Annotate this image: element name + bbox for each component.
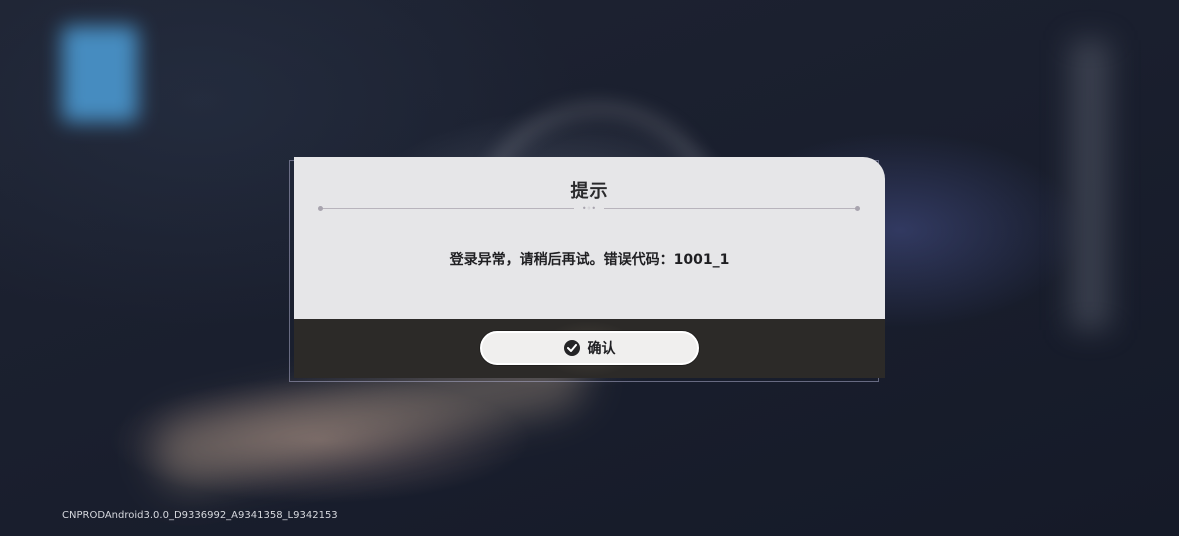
version-string: CNPRODAndroid3.0.0_D9336992_A9341358_L93… — [62, 510, 338, 521]
blurred-background-icon — [62, 26, 138, 122]
game-screen: 提示 •◦• 登录异常，请稍后再试。错误代码：1001_1 确认 CNPRODA… — [0, 0, 1179, 536]
confirm-button[interactable]: 确认 — [480, 331, 699, 365]
confirm-button-label: 确认 — [587, 341, 616, 357]
blurred-background-panel — [1070, 40, 1110, 330]
divider-dot-left — [318, 206, 323, 211]
dialog-body: 提示 •◦• 登录异常，请稍后再试。错误代码：1001_1 — [294, 157, 885, 319]
dialog-message: 登录异常，请稍后再试。错误代码：1001_1 — [449, 252, 730, 268]
dialog-title: 提示 — [570, 181, 609, 202]
divider-ornament-icon: •◦• — [574, 203, 604, 214]
checkmark-circle-icon — [563, 340, 580, 356]
error-dialog: 提示 •◦• 登录异常，请稍后再试。错误代码：1001_1 确认 — [294, 157, 885, 378]
divider-dot-right — [855, 206, 860, 211]
